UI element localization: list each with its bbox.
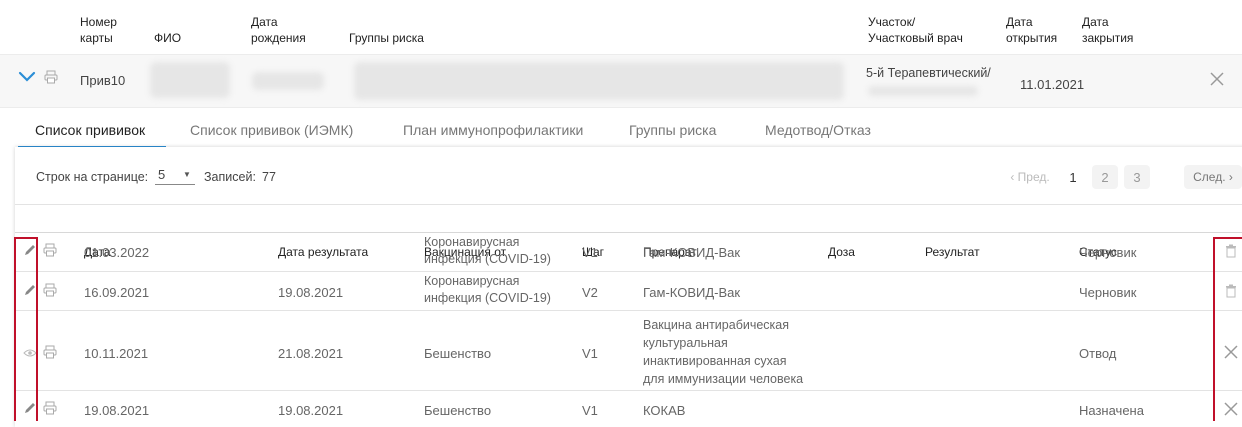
cell-result-date: 19.08.2021 xyxy=(278,403,344,418)
header-risk-groups: Группы риска xyxy=(349,31,424,45)
cell-drug: Гам-КОВИД-Вак xyxy=(643,245,741,260)
highlight-box-left xyxy=(14,237,38,421)
cell-date: 16.09.2021 xyxy=(84,285,150,300)
record-fio-blurred xyxy=(150,62,230,98)
rows-per-page-select[interactable]: 5 ▼ xyxy=(155,166,195,185)
header-district: Участок/ Участковый врач xyxy=(868,15,963,45)
pagination-page-3[interactable]: 3 xyxy=(1124,165,1150,189)
pagination-page-1[interactable]: 1 xyxy=(1060,165,1086,189)
records-label: Записей: xyxy=(204,170,256,184)
table-row[interactable] xyxy=(15,311,1242,390)
record-risk-groups-blurred xyxy=(354,62,844,100)
printer-icon[interactable] xyxy=(44,70,58,84)
printer-icon[interactable] xyxy=(43,401,57,415)
record-district: 5-й Терапевтический/ xyxy=(866,66,991,80)
tab-immunization-plan[interactable]: План иммунопрофилактики xyxy=(403,122,583,138)
cell-vaccination: Коронавирусная инфекция (COVID-19) xyxy=(424,235,551,266)
cell-step: V1 xyxy=(582,245,598,260)
pagination-prev[interactable]: ‹ Пред. xyxy=(1006,165,1054,189)
cell-status: Назначена xyxy=(1079,403,1144,418)
printer-icon[interactable] xyxy=(43,243,57,257)
pagination-page-2[interactable]: 2 xyxy=(1092,165,1118,189)
cell-status: Отвод xyxy=(1079,346,1117,361)
cell-drug: Гам-КОВИД-Вак xyxy=(643,285,741,300)
header-close-date: Дата закрытия xyxy=(1082,15,1134,45)
cell-vaccination: Коронавирусная инфекция (COVID-19) xyxy=(424,274,551,305)
cell-result-date: 21.08.2021 xyxy=(278,346,344,361)
cell-result-date: 19.08.2021 xyxy=(278,285,344,300)
tab-vaccinations[interactable]: Список прививок xyxy=(35,122,145,138)
cell-step: V1 xyxy=(582,403,598,418)
table-row[interactable] xyxy=(15,391,1242,421)
highlight-box-right xyxy=(1213,237,1242,421)
header-birth-date: Дата рождения xyxy=(251,15,306,45)
cell-status: Черновик xyxy=(1079,245,1137,260)
table-row[interactable] xyxy=(15,233,1242,271)
table-row[interactable] xyxy=(15,272,1242,310)
cell-date: 19.08.2021 xyxy=(84,403,150,418)
cell-vaccination: Бешенство xyxy=(424,403,492,418)
header-fio: ФИО xyxy=(154,31,182,45)
caret-down-icon: ▼ xyxy=(183,170,191,179)
cell-vaccination: Бешенство xyxy=(424,346,492,361)
divider xyxy=(15,204,1242,205)
printer-icon[interactable] xyxy=(43,345,57,359)
record-card-number: Прив10 xyxy=(80,73,126,88)
chevron-down-icon[interactable] xyxy=(18,68,36,86)
record-birth-date-blurred xyxy=(252,72,324,90)
pagination-next[interactable]: След. › xyxy=(1184,165,1242,189)
close-icon[interactable] xyxy=(1208,70,1226,88)
cell-step: V1 xyxy=(582,346,598,361)
cell-date: 01.03.2022 xyxy=(84,245,150,260)
record-open-date: 11.01.2021 xyxy=(1020,77,1085,92)
header-open-date: Дата открытия xyxy=(1006,15,1058,45)
records-count: 77 xyxy=(262,170,276,184)
printer-icon[interactable] xyxy=(43,283,57,297)
cell-drug: Вакцина антирабическая культуральная ина… xyxy=(643,318,804,386)
rows-per-page-label: Строк на странице: xyxy=(36,170,149,184)
tab-risk-groups[interactable]: Группы риска xyxy=(629,122,716,138)
tab-medical-exemption[interactable]: Медотвод/Отказ xyxy=(765,122,871,138)
cell-status: Черновик xyxy=(1079,285,1137,300)
rows-per-page-value: 5 xyxy=(158,167,166,182)
cell-drug: КОКАВ xyxy=(643,403,686,418)
cell-step: V2 xyxy=(582,285,598,300)
cell-date: 10.11.2021 xyxy=(84,346,149,361)
tab-vaccinations-iemk[interactable]: Список прививок (ИЭМК) xyxy=(190,122,353,138)
record-doctor-blurred xyxy=(868,86,978,96)
header-card-number: Номер карты xyxy=(80,15,117,45)
